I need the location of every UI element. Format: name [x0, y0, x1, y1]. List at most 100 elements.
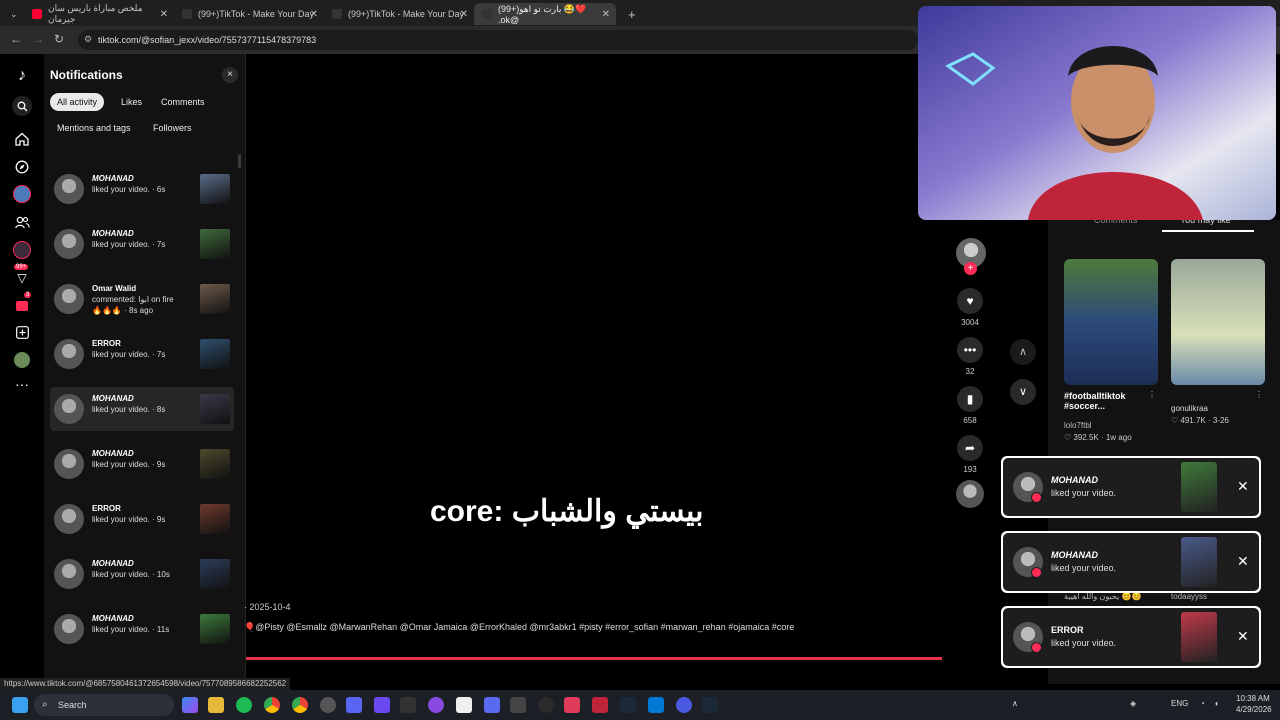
profile-avatar-icon[interactable] — [12, 350, 32, 370]
taskbar-search-box[interactable]: ⌕ Search — [34, 694, 174, 716]
tab-close-icon[interactable]: ✕ — [460, 9, 468, 20]
app-icon[interactable] — [428, 697, 444, 713]
tab-close-icon[interactable]: ✕ — [160, 9, 168, 20]
inbox-icon[interactable]: ▽ 99+ — [12, 264, 32, 288]
recommended-video-card-1[interactable] — [1064, 259, 1158, 385]
more-dots-icon[interactable]: ··· — [12, 374, 32, 394]
video-player[interactable] — [246, 54, 946, 684]
reload-icon[interactable]: ↻ — [54, 32, 64, 46]
video-thumbnail[interactable] — [200, 229, 230, 259]
notification-item[interactable]: MOHANAD liked your video. · 9s — [50, 442, 234, 486]
messages-icon[interactable]: 3 — [12, 292, 32, 316]
copilot-icon[interactable] — [182, 697, 198, 713]
notification-item[interactable]: MOHANAD liked your video. · 11s — [50, 607, 234, 651]
steam-icon[interactable] — [620, 697, 636, 713]
chrome-active-icon[interactable] — [292, 697, 308, 713]
share-action[interactable]: ➦ 193 — [956, 435, 984, 474]
app-icon[interactable] — [510, 697, 526, 713]
tray-overflow-chevron-icon[interactable]: ∧ — [1012, 699, 1018, 708]
toast-username[interactable]: MOHANAD — [1051, 550, 1098, 560]
input-language[interactable]: ENG — [1171, 699, 1188, 708]
discord-icon[interactable] — [346, 697, 362, 713]
back-arrow-icon[interactable]: ← — [10, 32, 22, 46]
app-grid-icon[interactable] — [374, 697, 390, 713]
notification-item[interactable]: MOHANAD liked your video. · 7s — [50, 222, 234, 266]
notification-item[interactable]: ERROR liked your video. · 7s — [50, 332, 234, 376]
controller-icon[interactable] — [484, 697, 500, 713]
notification-username[interactable]: Omar Walid — [92, 284, 136, 293]
notification-item[interactable]: MOHANAD liked your video. · 6s — [50, 167, 234, 211]
video-thumbnail[interactable] — [200, 614, 230, 644]
close-icon[interactable]: ✕ — [1237, 628, 1249, 645]
video-thumbnail[interactable] — [200, 394, 230, 424]
avatar[interactable] — [54, 559, 84, 589]
notification-username[interactable]: MOHANAD — [92, 449, 134, 458]
toast-username[interactable]: ERROR — [1051, 625, 1084, 635]
comment-icon[interactable]: ••• — [957, 337, 983, 363]
notification-item[interactable]: MOHANAD liked your video. · 10s — [50, 552, 234, 596]
browser-tab-1[interactable]: ملخص مباراة باريس سان جيرمان ✕ — [24, 3, 174, 25]
steam-icon[interactable] — [702, 697, 718, 713]
tab-list-chevron-icon[interactable]: ⌄ — [2, 3, 22, 25]
like-toast[interactable]: ERROR liked your video. ✕ — [1001, 606, 1261, 668]
notification-item[interactable]: Omar Walid commented: ابوا on fire 🔥🔥🔥 · 8… — [50, 277, 234, 321]
music-disc-avatar[interactable] — [956, 480, 984, 508]
close-icon[interactable]: × — [222, 67, 238, 83]
recommended-video-card-2[interactable] — [1171, 259, 1265, 385]
bookmark-icon[interactable]: ▮ — [957, 386, 983, 412]
card-1-author[interactable]: lolo7ftbl — [1064, 421, 1092, 430]
video-progress-bar[interactable] — [246, 657, 942, 660]
tiktok-logo-icon[interactable]: ♪ — [12, 66, 32, 86]
filter-mentions-and-tags[interactable]: Mentions and tags — [50, 119, 138, 137]
avatar[interactable] — [54, 229, 84, 259]
notification-scrollbar[interactable] — [238, 154, 241, 168]
filter-likes[interactable]: Likes — [114, 93, 149, 111]
toast-username[interactable]: MOHANAD — [1051, 475, 1098, 485]
video-editor-icon[interactable] — [564, 697, 580, 713]
site-info-icon[interactable]: ⚙ — [84, 34, 92, 45]
search-icon[interactable] — [12, 96, 32, 116]
obs-icon[interactable] — [320, 697, 336, 713]
avatar[interactable] — [54, 504, 84, 534]
card-1-title[interactable]: #footballtiktok #soccer... — [1064, 391, 1144, 411]
spotify-icon[interactable] — [236, 697, 252, 713]
upload-plus-icon[interactable] — [12, 322, 32, 342]
video-thumbnail[interactable] — [200, 504, 230, 534]
notification-username[interactable]: MOHANAD — [92, 614, 134, 623]
notification-username[interactable]: MOHANAD — [92, 394, 134, 403]
follow-plus-icon[interactable]: + — [964, 262, 977, 275]
notepad-icon[interactable] — [456, 697, 472, 713]
video-thumbnail[interactable] — [1181, 537, 1217, 587]
avatar[interactable] — [54, 339, 84, 369]
browser-tab-2[interactable]: (99+)TikTok - Make Your Day ✕ — [174, 3, 324, 25]
close-icon[interactable]: ✕ — [1237, 553, 1249, 570]
clock-time[interactable]: 10:38 AM — [1236, 694, 1270, 703]
explore-compass-icon[interactable] — [12, 157, 32, 177]
close-icon[interactable]: ✕ — [1237, 478, 1249, 495]
filter-comments[interactable]: Comments — [154, 93, 212, 111]
avatar[interactable] — [54, 174, 84, 204]
wifi-icon[interactable]: ◔ — [1200, 699, 1205, 708]
like-toast[interactable]: MOHANAD liked your video. ✕ — [1001, 456, 1261, 518]
file-explorer-icon[interactable] — [208, 697, 224, 713]
volume-icon[interactable]: ◖ — [1214, 699, 1219, 708]
friends-icon[interactable] — [12, 212, 32, 232]
like-toast[interactable]: MOHANAD liked your video. ✕ — [1001, 531, 1261, 593]
browser-tab-3[interactable]: (99+)TikTok - Make Your Day ✕ — [324, 3, 474, 25]
filter-all-activity[interactable]: All activity — [50, 93, 105, 111]
video-thumbnail[interactable] — [200, 449, 230, 479]
4k-app-icon[interactable] — [538, 697, 554, 713]
avatar[interactable] — [54, 284, 84, 314]
notification-username[interactable]: ERROR — [92, 339, 121, 348]
video-thumbnail[interactable] — [1181, 612, 1217, 662]
like-action[interactable]: ♥ 3004 — [956, 288, 984, 327]
card-2-author[interactable]: gonulikraa — [1171, 404, 1208, 413]
avatar[interactable] — [54, 449, 84, 479]
tray-app-icon[interactable]: ◈ — [1130, 699, 1136, 708]
new-tab-button[interactable]: + — [620, 3, 640, 25]
browser-tab-4[interactable]: (99+)بارت تو اهو 😂❤️ .ok@ ✕ — [474, 3, 616, 25]
notification-item[interactable]: MOHANAD liked your video. · 8s — [50, 387, 234, 431]
notification-username[interactable]: MOHANAD — [92, 229, 134, 238]
windows-start-icon[interactable] — [12, 697, 28, 713]
video-thumbnail[interactable] — [1181, 462, 1217, 512]
